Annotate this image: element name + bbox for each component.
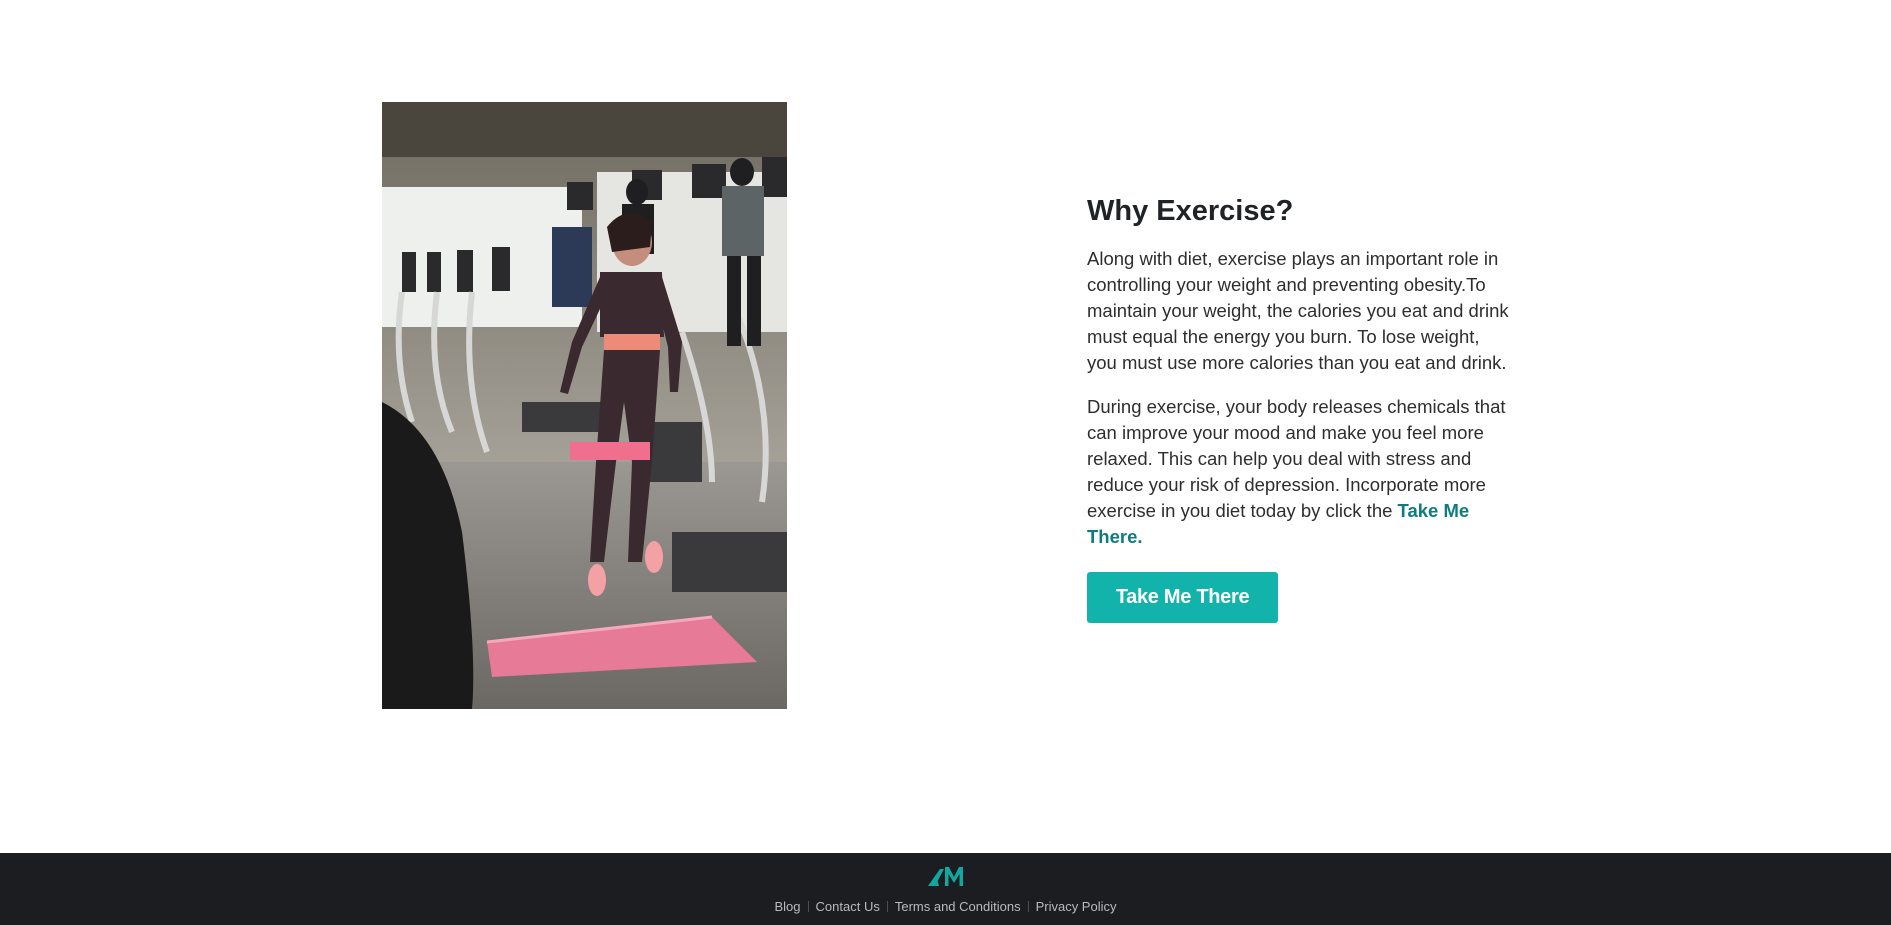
footer-link-contact[interactable]: Contact Us bbox=[816, 899, 880, 914]
article-paragraph-2: During exercise, your body releases chem… bbox=[1087, 394, 1512, 550]
footer-link-terms[interactable]: Terms and Conditions bbox=[895, 899, 1021, 914]
footer-divider bbox=[886, 901, 888, 912]
footer-link-privacy[interactable]: Privacy Policy bbox=[1036, 899, 1117, 914]
footer-link-blog[interactable]: Blog bbox=[775, 899, 801, 914]
article-heading: Why Exercise? bbox=[1087, 195, 1294, 227]
take-me-there-button[interactable]: Take Me There bbox=[1087, 572, 1278, 623]
footer-divider bbox=[1027, 901, 1029, 912]
gym-photo-illustration bbox=[382, 102, 787, 709]
article: Why Exercise? Along with diet, exercise … bbox=[1087, 190, 1512, 623]
article-paragraph-1: Along with diet, exercise plays an impor… bbox=[1087, 248, 1509, 373]
am-logo-icon[interactable] bbox=[927, 865, 965, 887]
footer-links: Blog Contact Us Terms and Conditions Privac… bbox=[0, 898, 1891, 916]
footer-divider bbox=[807, 901, 809, 912]
footer: Blog Contact Us Terms and Conditions Privac… bbox=[0, 853, 1891, 925]
page: Why Exercise? Along with diet, exercise … bbox=[0, 0, 1891, 925]
gym-photo bbox=[382, 102, 787, 709]
